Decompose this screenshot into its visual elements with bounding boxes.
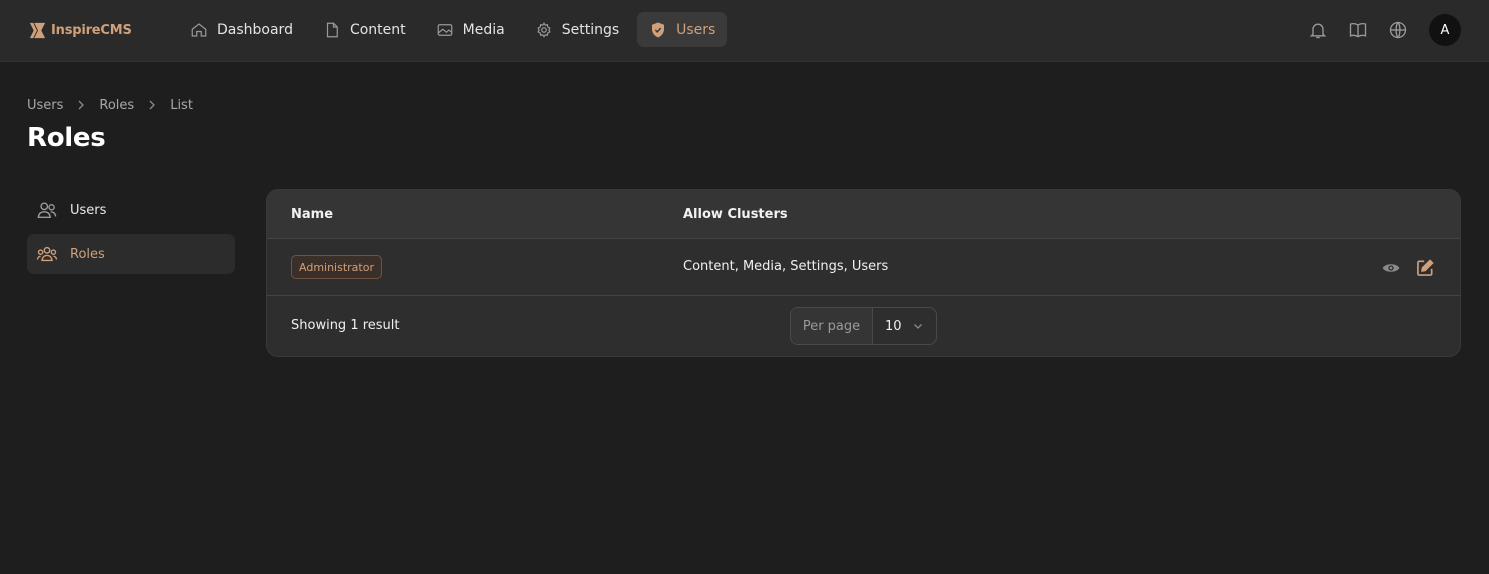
nav-users[interactable]: Users (637, 12, 728, 47)
per-page-select[interactable]: 10 (873, 308, 936, 344)
edit-icon (1417, 259, 1434, 276)
nav-label: Content (349, 21, 406, 38)
main-nav: Dashboard Content Media Settings Users (178, 12, 728, 48)
table-header: Name Allow Clusters (267, 190, 1460, 239)
app-name: InspireCMS (51, 22, 132, 38)
sub-navigation: Users Roles (27, 190, 235, 278)
eye-icon (1382, 264, 1400, 272)
language-button[interactable] (1387, 19, 1409, 41)
column-header-allow-clusters: Allow Clusters (683, 207, 788, 222)
gear-icon (537, 21, 551, 38)
app-logo[interactable]: InspireCMS (28, 19, 132, 41)
bell-icon (1309, 23, 1327, 39)
nav-label: Media (462, 21, 505, 38)
nav-content[interactable]: Content (311, 12, 418, 47)
sidebar-item-users[interactable]: Users (27, 190, 235, 230)
breadcrumb: Users Roles List (27, 96, 193, 114)
nav-label: Settings (561, 21, 620, 38)
chevron-down-icon (914, 324, 922, 329)
chevron-right-icon (149, 100, 156, 110)
notifications-button[interactable] (1307, 19, 1329, 41)
sidebar-item-roles[interactable]: Roles (27, 234, 235, 274)
role-name-badge: Administrator (291, 255, 382, 279)
column-header-name[interactable]: Name (291, 207, 333, 222)
breadcrumb-item-roles[interactable]: Roles (99, 98, 134, 113)
page-title: Roles (27, 123, 106, 153)
role-clusters: Content, Media, Settings, Users (683, 259, 889, 274)
per-page-label: Per page (791, 308, 873, 344)
nav-media[interactable]: Media (424, 12, 517, 47)
results-count: Showing 1 result (291, 318, 400, 333)
shield-icon (652, 22, 665, 37)
nav-dashboard[interactable]: Dashboard (178, 12, 305, 47)
table-row[interactable]: Administrator Content, Media, Settings, … (267, 239, 1460, 296)
home-icon (191, 22, 207, 37)
row-actions (1380, 257, 1436, 279)
breadcrumb-item-list: List (170, 97, 193, 113)
users-icon (37, 202, 57, 219)
nav-label: Users (676, 21, 716, 38)
user-avatar[interactable]: A (1429, 14, 1461, 46)
view-button[interactable] (1380, 257, 1402, 279)
document-icon (326, 22, 338, 37)
book-icon (1349, 22, 1367, 38)
topbar-actions: A (1307, 13, 1461, 47)
nav-settings[interactable]: Settings (523, 12, 631, 47)
sidebar-item-label: Roles (70, 246, 105, 262)
documentation-button[interactable] (1347, 19, 1369, 41)
chevron-right-icon (78, 100, 85, 110)
edit-button[interactable] (1414, 257, 1436, 279)
globe-icon (1389, 21, 1407, 39)
breadcrumb-item-users[interactable]: Users (27, 98, 63, 113)
per-page-value: 10 (885, 318, 902, 334)
user-group-icon (36, 246, 58, 262)
nav-label: Dashboard (217, 21, 293, 38)
image-icon (437, 23, 453, 36)
logo-icon (29, 22, 46, 38)
per-page-control: Per page 10 (790, 307, 937, 345)
sidebar-item-label: Users (70, 202, 107, 218)
top-navigation-bar: InspireCMS Dashboard Content Media Setti… (0, 0, 1489, 62)
